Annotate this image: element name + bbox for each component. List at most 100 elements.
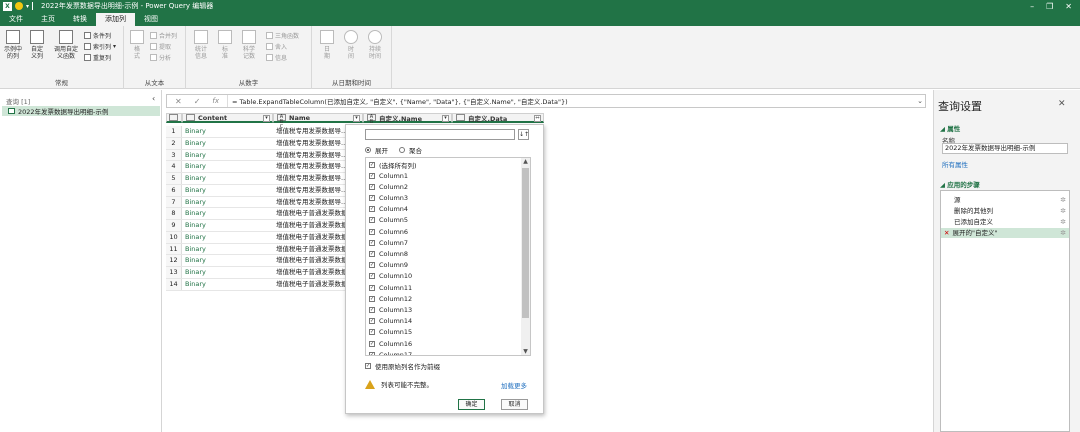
- load-more-link[interactable]: 加载更多: [501, 380, 527, 390]
- all-properties-link[interactable]: 所有属性: [942, 159, 968, 169]
- table-row[interactable]: 9 Binary 增值税电子普通发票数据...: [166, 220, 346, 232]
- column-checkbox[interactable]: ✓ Column5: [369, 215, 408, 226]
- duplicate-column-button[interactable]: 重复列: [84, 53, 111, 62]
- content-cell[interactable]: Binary: [185, 138, 206, 149]
- gear-icon[interactable]: ✲: [1060, 195, 1066, 205]
- content-cell[interactable]: Binary: [185, 208, 206, 219]
- column-checkbox[interactable]: ✓ Column16: [369, 338, 412, 349]
- name-cell[interactable]: 增值税专用发票数据导...: [276, 173, 346, 184]
- chevron-up-icon[interactable]: ▲: [521, 158, 530, 165]
- delete-step-icon[interactable]: ✕: [944, 229, 949, 237]
- column-checkbox[interactable]: ✓ Column3: [369, 192, 408, 203]
- table-row[interactable]: 7 Binary 增值税专用发票数据导...: [166, 196, 346, 209]
- merge-columns-button[interactable]: 合并列: [150, 31, 177, 40]
- cancel-button[interactable]: 取消: [501, 399, 528, 410]
- standard-button[interactable]: 标 准: [214, 30, 236, 60]
- column-checkbox[interactable]: ✓ Column6: [369, 226, 408, 237]
- format-button[interactable]: 格 式: [126, 30, 148, 60]
- column-checkbox[interactable]: ✓ Column4: [369, 204, 408, 215]
- table-row[interactable]: 4 Binary 增值税专用发票数据导...: [166, 161, 346, 173]
- table-row[interactable]: 8 Binary 增值税电子普通发票数据...: [166, 208, 346, 220]
- column-header-content[interactable]: Content ▾: [182, 113, 273, 123]
- content-cell[interactable]: Binary: [185, 232, 206, 243]
- check-icon[interactable]: ✓: [194, 97, 201, 106]
- table-row[interactable]: 2 Binary 增值税专用发票数据导...: [166, 137, 346, 150]
- content-cell[interactable]: Binary: [185, 279, 206, 290]
- collapse-icon[interactable]: ‹: [152, 94, 155, 103]
- column-checkbox[interactable]: ✓ Column11: [369, 282, 412, 293]
- formula-input[interactable]: = Table.ExpandTableColumn(已添加自定义, "自定义",…: [228, 96, 915, 106]
- query-item[interactable]: 2022年发票数据导出明细-示例: [2, 106, 160, 116]
- close-icon[interactable]: ✕: [1058, 99, 1066, 109]
- tab-add-column[interactable]: 添加列: [96, 13, 135, 26]
- column-checkbox[interactable]: ✓ Column7: [369, 237, 408, 248]
- content-cell[interactable]: Binary: [185, 173, 206, 184]
- name-cell[interactable]: 增值税专用发票数据导...: [276, 138, 346, 149]
- column-checkbox[interactable]: ✓ Column2: [369, 181, 408, 192]
- conditional-column-button[interactable]: 条件列: [84, 31, 111, 40]
- filter-dropdown-icon[interactable]: ▾: [353, 115, 360, 122]
- content-cell[interactable]: Binary: [185, 126, 206, 137]
- content-cell[interactable]: Binary: [185, 161, 206, 172]
- table-row[interactable]: 1 Binary 增值税专用发票数据导...: [166, 126, 346, 138]
- column-header-name[interactable]: A B C Name ▾: [273, 113, 363, 130]
- content-cell[interactable]: Binary: [185, 197, 206, 208]
- cancel-icon[interactable]: ✕: [175, 97, 182, 106]
- tab-file[interactable]: 文件: [0, 13, 32, 26]
- index-column-button[interactable]: 索引列 ▾: [84, 42, 116, 51]
- filter-dropdown-icon[interactable]: ▾: [263, 115, 270, 122]
- ok-button[interactable]: 确定: [458, 399, 485, 410]
- table-row[interactable]: 3 Binary 增值税专用发票数据导...: [166, 149, 346, 162]
- sort-icon[interactable]: ↓↑: [518, 129, 529, 140]
- column-checkbox[interactable]: ✓ Column15: [369, 327, 412, 338]
- table-row[interactable]: 13 Binary 增值税电子普通发票数据...: [166, 267, 346, 279]
- column-checkbox[interactable]: ✓ Column13: [369, 304, 412, 315]
- content-cell[interactable]: Binary: [185, 267, 206, 278]
- applied-step[interactable]: 源 ✲: [941, 195, 1069, 205]
- name-cell[interactable]: 增值税专用发票数据导...: [276, 197, 346, 208]
- expand-icon[interactable]: ⇔: [534, 115, 541, 122]
- name-cell[interactable]: 增值税专用发票数据导...: [276, 150, 346, 161]
- smiley-icon[interactable]: [15, 2, 23, 10]
- gear-icon[interactable]: ✲: [1060, 217, 1066, 227]
- time-button[interactable]: 时 间: [340, 30, 362, 60]
- table-row[interactable]: 11 Binary 增值税电子普通发票数据...: [166, 243, 346, 256]
- table-row[interactable]: 6 Binary 增值税专用发票数据导...: [166, 184, 346, 197]
- invoke-function-button[interactable]: 调用自定 义函数: [52, 30, 80, 60]
- fx-icon[interactable]: fx: [212, 97, 219, 105]
- name-cell[interactable]: 增值税电子普通发票数据...: [276, 244, 346, 255]
- column-checkbox[interactable]: ✓ Column9: [369, 260, 408, 271]
- minimize-icon[interactable]: –: [1030, 2, 1034, 11]
- scroll-thumb[interactable]: [522, 168, 529, 318]
- name-cell[interactable]: 增值税专用发票数据导...: [276, 161, 346, 172]
- select-all-checkbox[interactable]: ✓ (选择所有列): [369, 159, 417, 170]
- applied-step[interactable]: 删除的其他列 ✲: [941, 206, 1069, 216]
- column-header-custom-name[interactable]: A B C 自定义.Name ▾: [363, 113, 452, 130]
- content-cell[interactable]: Binary: [185, 244, 206, 255]
- use-prefix-checkbox[interactable]: ✓ 使用原始列名作为前缀: [365, 361, 440, 371]
- search-input[interactable]: [365, 129, 515, 140]
- expand-radio[interactable]: 展开: [365, 145, 388, 155]
- statistics-button[interactable]: 统计 信息: [190, 30, 212, 60]
- duration-button[interactable]: 持续 时间: [364, 30, 386, 60]
- column-header-custom-data[interactable]: 自定义.Data ⇔: [452, 113, 544, 123]
- name-cell[interactable]: 增值税电子普通发票数据...: [276, 255, 346, 266]
- content-cell[interactable]: Binary: [185, 220, 206, 231]
- chevron-down-icon[interactable]: ⌄: [915, 97, 925, 105]
- table-row[interactable]: 5 Binary 增值税专用发票数据导...: [166, 173, 346, 185]
- column-checkbox[interactable]: ✓ Column12: [369, 293, 412, 304]
- date-button[interactable]: 日 期: [316, 30, 338, 60]
- name-cell[interactable]: 增值税电子普通发票数据...: [276, 267, 346, 278]
- chevron-down-icon[interactable]: ▼: [521, 348, 530, 355]
- aggregate-radio[interactable]: 聚合: [399, 145, 422, 155]
- parse-button[interactable]: 分析: [150, 53, 171, 62]
- applied-steps-section[interactable]: ◢ 应用的步骤: [940, 179, 980, 189]
- applied-step[interactable]: ✕ 展开的"自定义" ✲: [941, 228, 1069, 238]
- name-cell[interactable]: 增值税专用发票数据导...: [276, 185, 346, 196]
- tab-transform[interactable]: 转换: [64, 13, 96, 26]
- query-name-input[interactable]: 2022年发票数据导出明细-示例: [942, 143, 1068, 154]
- info-button[interactable]: 信息: [266, 53, 287, 62]
- dropdown-icon[interactable]: ▾: [26, 3, 29, 10]
- table-row[interactable]: 12 Binary 增值税电子普通发票数据...: [166, 255, 346, 267]
- column-checkbox[interactable]: ✓ Column14: [369, 316, 412, 327]
